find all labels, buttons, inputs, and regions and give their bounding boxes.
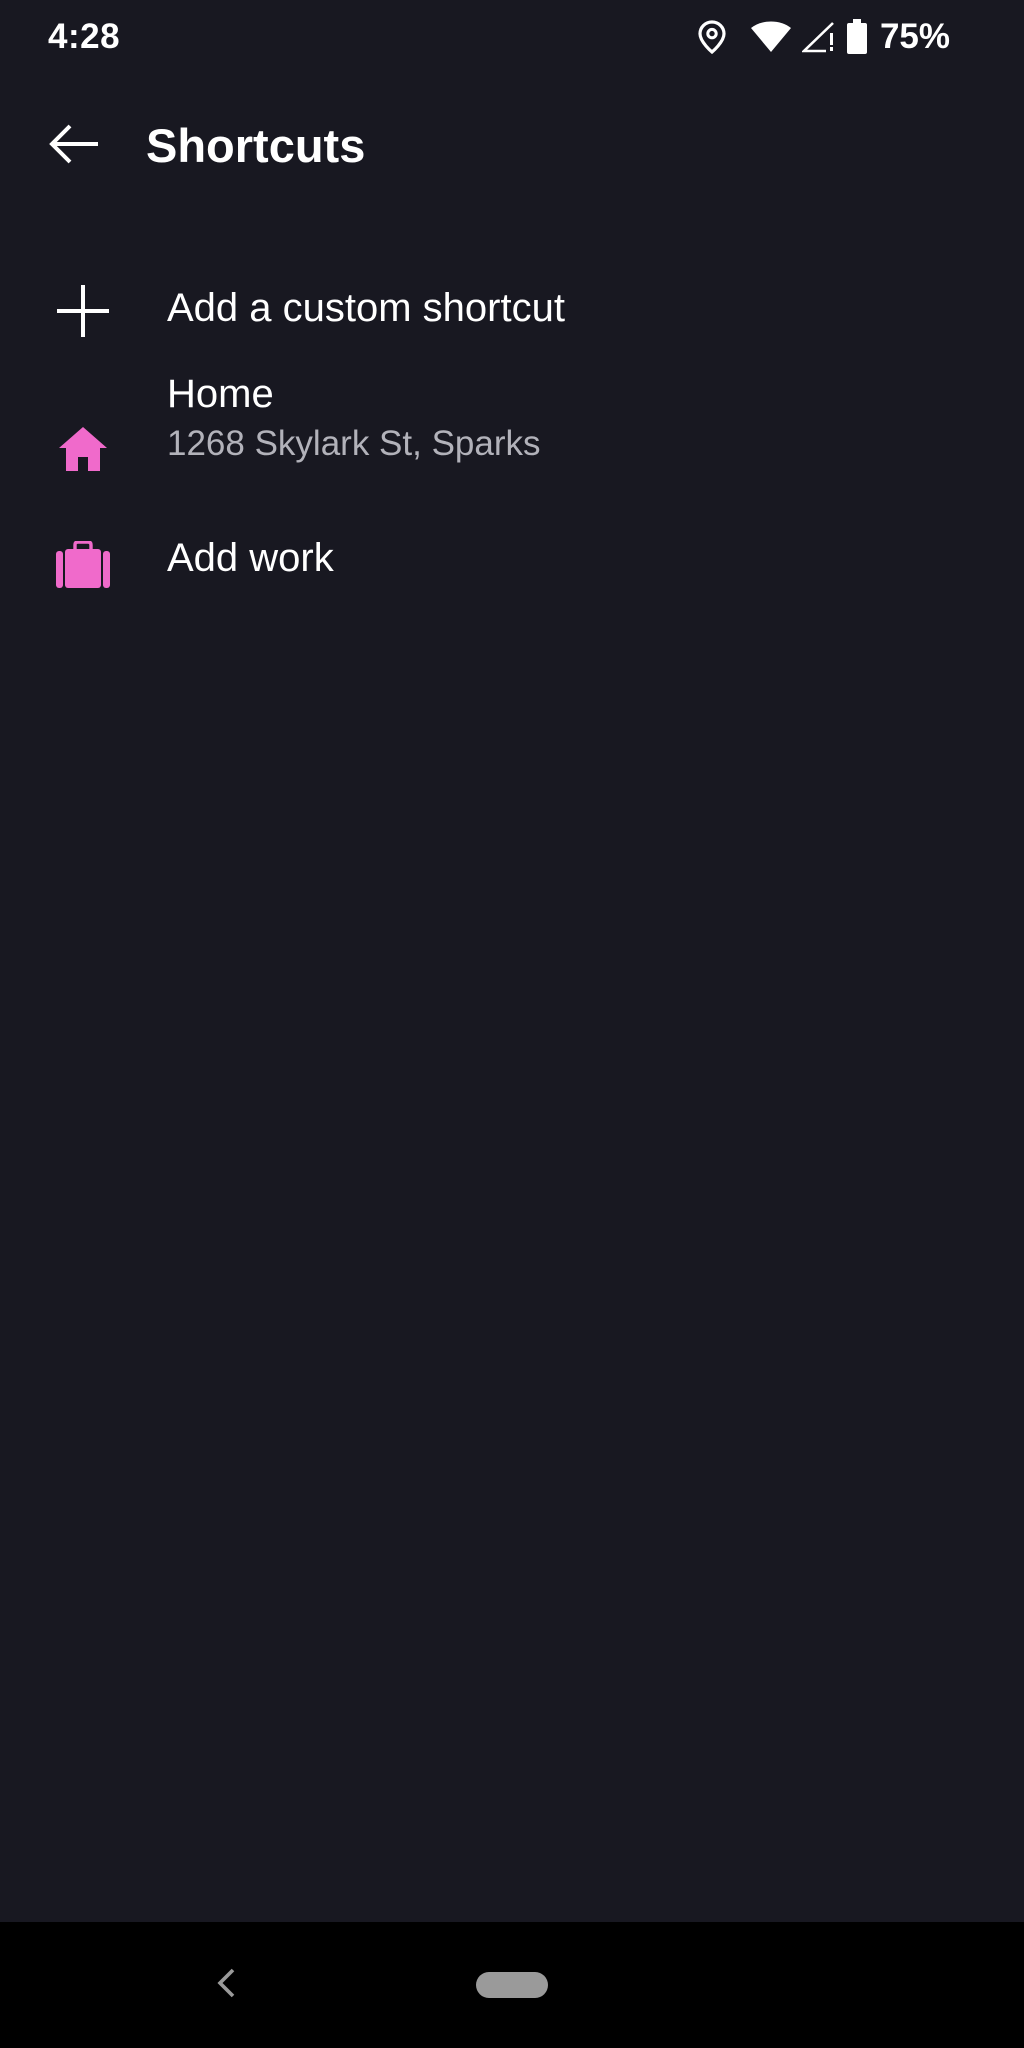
home-address: 1268 Skylark St, Sparks [167, 424, 541, 463]
app-bar: Shortcuts [0, 90, 1024, 202]
arrow-back-icon [48, 124, 100, 169]
home-icon [50, 416, 116, 482]
shortcuts-list: Add a custom shortcut Home 1268 Skylark … [0, 240, 1024, 652]
status-icons: 75% [698, 14, 950, 60]
add-custom-shortcut-text: Add a custom shortcut [167, 282, 565, 334]
battery-percent: 75% [879, 17, 950, 56]
add-custom-shortcut-item[interactable]: Add a custom shortcut [0, 240, 1024, 380]
briefcase-icon [50, 532, 116, 598]
location-pin-icon [698, 20, 726, 54]
back-button[interactable] [36, 112, 112, 180]
cell-signal-icon [801, 21, 836, 53]
chevron-left-icon [216, 1967, 236, 2004]
add-work-text: Add work [167, 532, 334, 584]
home-shortcut-label: Home [167, 372, 274, 416]
home-shortcut-text: Home 1268 Skylark St, Sparks [167, 368, 541, 468]
page-title: Shortcuts [146, 119, 366, 172]
battery-icon [846, 19, 868, 55]
wifi-icon [750, 21, 792, 53]
home-shortcut-item[interactable]: Home 1268 Skylark St, Sparks [0, 372, 1024, 524]
plus-icon [50, 278, 116, 344]
add-custom-shortcut-label: Add a custom shortcut [167, 286, 565, 330]
nav-home-pill[interactable] [476, 1972, 548, 1998]
add-work-item[interactable]: Add work [0, 524, 1024, 652]
add-work-label: Add work [167, 536, 334, 580]
system-navigation-bar [0, 1922, 1024, 2048]
status-time: 4:28 [48, 17, 121, 56]
nav-back-button[interactable] [206, 1958, 246, 2012]
status-bar: 4:28 75% [0, 0, 1024, 74]
